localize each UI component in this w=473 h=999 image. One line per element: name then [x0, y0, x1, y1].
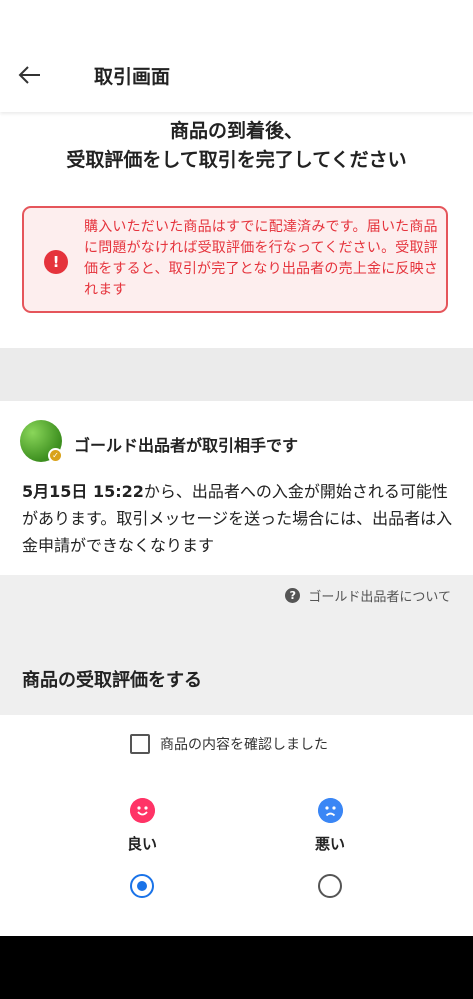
page-title: 取引画面 [94, 66, 171, 88]
section-divider [0, 348, 473, 401]
alert-text: 購入いただいた商品はすでに配達済みです。届いた商品に問題がなければ受取評価を行な… [84, 219, 439, 298]
delivered-alert: ! 購入いただいた商品はすでに配達済みです。届いた商品に問題がなければ受取評価を… [22, 206, 448, 313]
rating-section-title: 商品の受取評価をする [22, 670, 202, 691]
payout-date: 5月15日 15:22 [22, 482, 144, 501]
good-label: 良い [126, 835, 157, 853]
smile-face-icon [129, 798, 155, 823]
system-nav-bar [0, 936, 473, 999]
sad-face-icon [317, 798, 343, 823]
back-button[interactable] [18, 60, 58, 90]
bad-label: 悪い [314, 835, 345, 853]
seller-title: ゴールド出品者が取引相手です [74, 436, 299, 455]
completion-heading: 商品の到着後、 受取評価をして取引を完了してください [0, 117, 473, 175]
payout-notice: 5月15日 15:22から、出品者への入金が開始される可能性があります。取引メッ… [22, 478, 462, 559]
gold-seller-info-link[interactable]: ? ゴールド出品者について [285, 586, 451, 605]
exclamation-icon: ! [44, 250, 68, 274]
heading-line-1: 商品の到着後、 [169, 120, 303, 142]
confirm-label: 商品の内容を確認しました [160, 737, 328, 753]
gold-seller-info-label: ゴールド出品者について [308, 590, 451, 605]
heading-line-2: 受取評価をして取引を完了してください [66, 149, 407, 171]
rating-option-good[interactable]: 良い [112, 798, 172, 898]
bad-radio[interactable] [318, 874, 342, 898]
arrow-left-icon [18, 66, 40, 84]
rating-option-bad[interactable]: 悪い [300, 798, 360, 898]
confirm-content-checkbox-row[interactable]: 商品の内容を確認しました [130, 734, 328, 754]
question-icon: ? [285, 588, 301, 603]
gold-badge-icon: ✓ [50, 450, 61, 461]
app-header: 取引画面 [0, 0, 473, 112]
confirm-checkbox[interactable] [130, 734, 150, 754]
good-radio[interactable] [130, 874, 154, 898]
